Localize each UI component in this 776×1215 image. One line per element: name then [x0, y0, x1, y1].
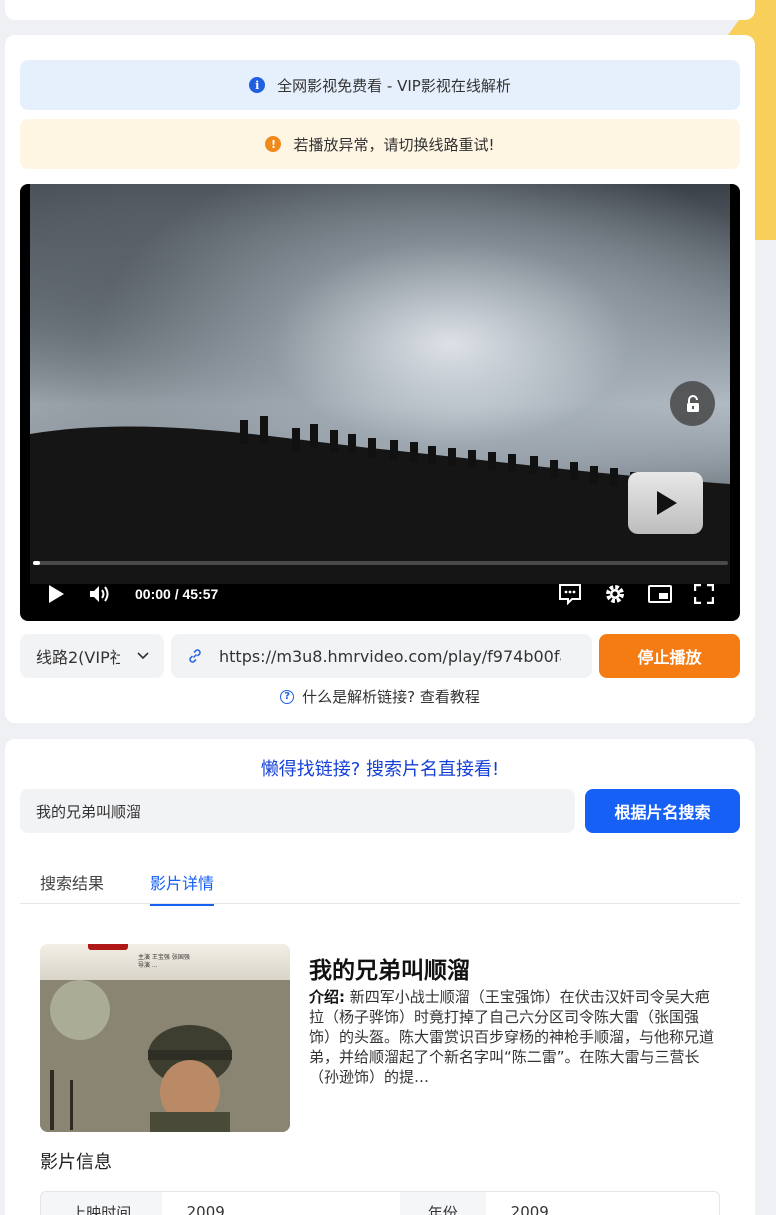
gear-icon [606, 585, 624, 603]
warning-notice: ! 若播放异常，请切换线路重试! [20, 119, 740, 169]
movie-info-heading: 影片信息 [40, 1152, 112, 1173]
lock-icon [686, 394, 699, 412]
year-label: 年份 [399, 1192, 486, 1215]
seek-bar[interactable] [33, 561, 728, 565]
warning-icon: ! [265, 136, 282, 152]
tab-search-results[interactable]: 搜索结果 [40, 870, 104, 904]
line-select[interactable]: 线路2(VIP社 [20, 634, 164, 678]
stop-playback-button[interactable]: 停止播放 [599, 634, 740, 678]
subtitles-icon [559, 584, 581, 605]
big-play-button[interactable] [628, 472, 703, 534]
poster-title-art [88, 944, 128, 950]
tab-bar: 搜索结果 影片详情 [20, 859, 740, 906]
volume-icon [90, 586, 109, 602]
url-input-value: https://m3u8.hmrvideo.com/play/f974b00fa… [219, 646, 561, 666]
description-label: 介绍: [309, 988, 345, 1006]
playback-controls-row: 线路2(VIP社 https://m3u8.hmrvideo.com/play/… [20, 634, 740, 678]
line-select-value: 线路2(VIP社 [36, 648, 120, 667]
silhouette-scene [30, 416, 730, 584]
info-notice-text: 全网影视免费看 - VIP影视在线解析 [277, 76, 511, 95]
play-icon [656, 491, 677, 515]
poster-header: 主演 王宝强 张国强 导演 ... [40, 944, 290, 980]
movie-poster: 主演 王宝强 张国强 导演 ... [40, 944, 290, 1132]
question-icon: ? [280, 689, 295, 704]
url-input[interactable]: https://m3u8.hmrvideo.com/play/f974b00fa… [171, 634, 592, 678]
movie-title: 我的兄弟叫顺溜 [309, 958, 470, 984]
player-card: i 全网影视免费看 - VIP影视在线解析 ! 若播放异常，请切换线路重试! 0… [5, 35, 755, 723]
info-notice: i 全网影视免费看 - VIP影视在线解析 [20, 60, 740, 110]
link-icon [189, 649, 201, 663]
poster-credits: 主演 王宝强 张国强 导演 ... [138, 954, 190, 970]
help-link-text: 什么是解析链接? 查看教程 [302, 688, 480, 706]
chevron-down-icon [137, 652, 149, 660]
movie-description: 介绍: 新四军小战士顺溜（王宝强饰）在伏击汉奸司令吴大疤拉（杨子骅饰）时竟打掉了… [309, 987, 717, 1087]
subtitles-button[interactable] [558, 574, 582, 614]
release-label: 上映时间 [41, 1192, 162, 1215]
search-heading: 懒得找链接? 搜索片名直接看! [260, 759, 500, 780]
video-player[interactable]: 00:00 / 45:57 [20, 184, 740, 621]
description-text: 新四军小战士顺溜（王宝强饰）在伏击汉奸司令吴大疤拉（杨子骅饰）时竟打掉了自己六分… [309, 988, 715, 1086]
search-card: 懒得找链接? 搜索片名直接看! 我的兄弟叫顺溜 根据片名搜索 搜索结果 影片详情… [5, 739, 755, 1215]
search-input[interactable]: 我的兄弟叫顺溜 [20, 789, 575, 833]
movie-info-table: 上映时间 2009 年份 2009 [40, 1191, 720, 1215]
warning-notice-text: 若播放异常，请切换线路重试! [293, 135, 495, 154]
picture-in-picture-icon [648, 585, 672, 603]
pip-button[interactable] [648, 574, 672, 614]
year-value: 2009 [510, 1203, 549, 1215]
header-card [5, 0, 755, 20]
search-button[interactable]: 根据片名搜索 [585, 789, 740, 833]
time-display: 00:00 / 45:57 [135, 586, 219, 602]
settings-button[interactable] [604, 574, 626, 614]
play-small-icon [49, 585, 64, 603]
poster-soldier-image [40, 980, 290, 1132]
fullscreen-button[interactable] [694, 574, 714, 614]
video-frame [30, 184, 730, 584]
release-value: 2009 [186, 1203, 225, 1215]
volume-button[interactable] [89, 574, 111, 614]
help-link[interactable]: ? 什么是解析链接? 查看教程 [5, 686, 755, 707]
player-controls: 00:00 / 45:57 [20, 574, 740, 614]
play-button[interactable] [46, 574, 66, 614]
poster-credits-line: 主演 王宝强 张国强 [138, 954, 190, 961]
lock-button[interactable] [670, 381, 715, 426]
info-icon: i [249, 77, 266, 93]
tab-movie-details[interactable]: 影片详情 [150, 870, 215, 906]
fullscreen-icon [694, 584, 714, 604]
poster-credits-line: 导演 ... [138, 962, 158, 969]
seek-bar-fill [33, 561, 40, 565]
